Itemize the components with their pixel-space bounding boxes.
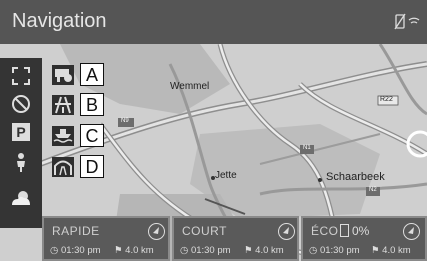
map-label-schaarbeek: Schaarbeek [326, 171, 385, 183]
navigation-screen: Wemmel Jette Schaarbeek N9 N1 N2 R22 Nav… [0, 0, 427, 261]
phone-signal-icon [393, 12, 423, 32]
route-card-eco[interactable]: ÉCO 0% ◷ 01:30 pm ⚑ 4.0 km [301, 216, 427, 261]
route-card-court[interactable]: COURT ◷ 01:30 pm ⚑ 4.0 km [172, 216, 299, 261]
fuel-saving-percent: 0% [352, 224, 370, 238]
ferry-icon [52, 126, 74, 146]
map-label-jette: Jette [215, 170, 237, 181]
route-distance: ⚑ 4.0 km [114, 245, 154, 256]
clock-icon: ◷ [180, 245, 191, 256]
checkered-flag-icon: ⚑ [244, 245, 256, 256]
callout-label-d: D [80, 155, 104, 178]
highway-icon [52, 95, 74, 115]
expand-icon[interactable] [6, 64, 36, 88]
route-distance: ⚑ 4.0 km [244, 245, 284, 256]
route-direction-icon [148, 223, 165, 240]
weather-icon[interactable] [6, 186, 36, 210]
route-name: RAPIDE [52, 224, 100, 238]
callout-label-b: B [80, 93, 104, 116]
road-label-n2: N2 [369, 187, 377, 193]
parking-icon[interactable]: P [6, 120, 36, 144]
title-bar: Navigation [0, 0, 427, 44]
checkered-flag-icon: ⚑ [114, 245, 126, 256]
route-distance: ⚑ 4.0 km [371, 245, 411, 256]
route-direction-icon [403, 223, 420, 240]
parking-label: P [12, 123, 30, 141]
route-arrival-time: ◷ 01:30 pm [180, 245, 231, 256]
checkered-flag-icon: ⚑ [371, 245, 383, 256]
road-label-n1: N1 [303, 145, 311, 151]
fuel-icon [340, 224, 349, 237]
map-label-wemmel: Wemmel [170, 81, 210, 92]
road-label-r22: R22 [380, 96, 393, 103]
clock-icon: ◷ [309, 245, 320, 256]
route-arrival-time: ◷ 01:30 pm [50, 245, 101, 256]
map-sidebar: P [0, 58, 42, 228]
road-label-n9: N9 [121, 118, 129, 124]
tunnel-icon [52, 157, 74, 177]
route-direction-icon [278, 223, 295, 240]
no-entry-icon[interactable] [6, 92, 36, 116]
clock-icon: ◷ [50, 245, 61, 256]
callout-label-a: A [80, 63, 104, 86]
route-card-rapide[interactable]: RAPIDE ◷ 01:30 pm ⚑ 4.0 km [42, 216, 170, 261]
route-name: COURT [182, 224, 227, 238]
route-selection-bar: RAPIDE ◷ 01:30 pm ⚑ 4.0 km COURT ◷ 01:30… [42, 216, 427, 261]
person-pin-icon[interactable] [6, 150, 36, 174]
toll-icon [52, 65, 74, 85]
route-arrival-time: ◷ 01:30 pm [309, 245, 360, 256]
page-title: Navigation [12, 10, 107, 32]
route-name: ÉCO [311, 224, 339, 238]
callout-label-c: C [80, 124, 104, 147]
